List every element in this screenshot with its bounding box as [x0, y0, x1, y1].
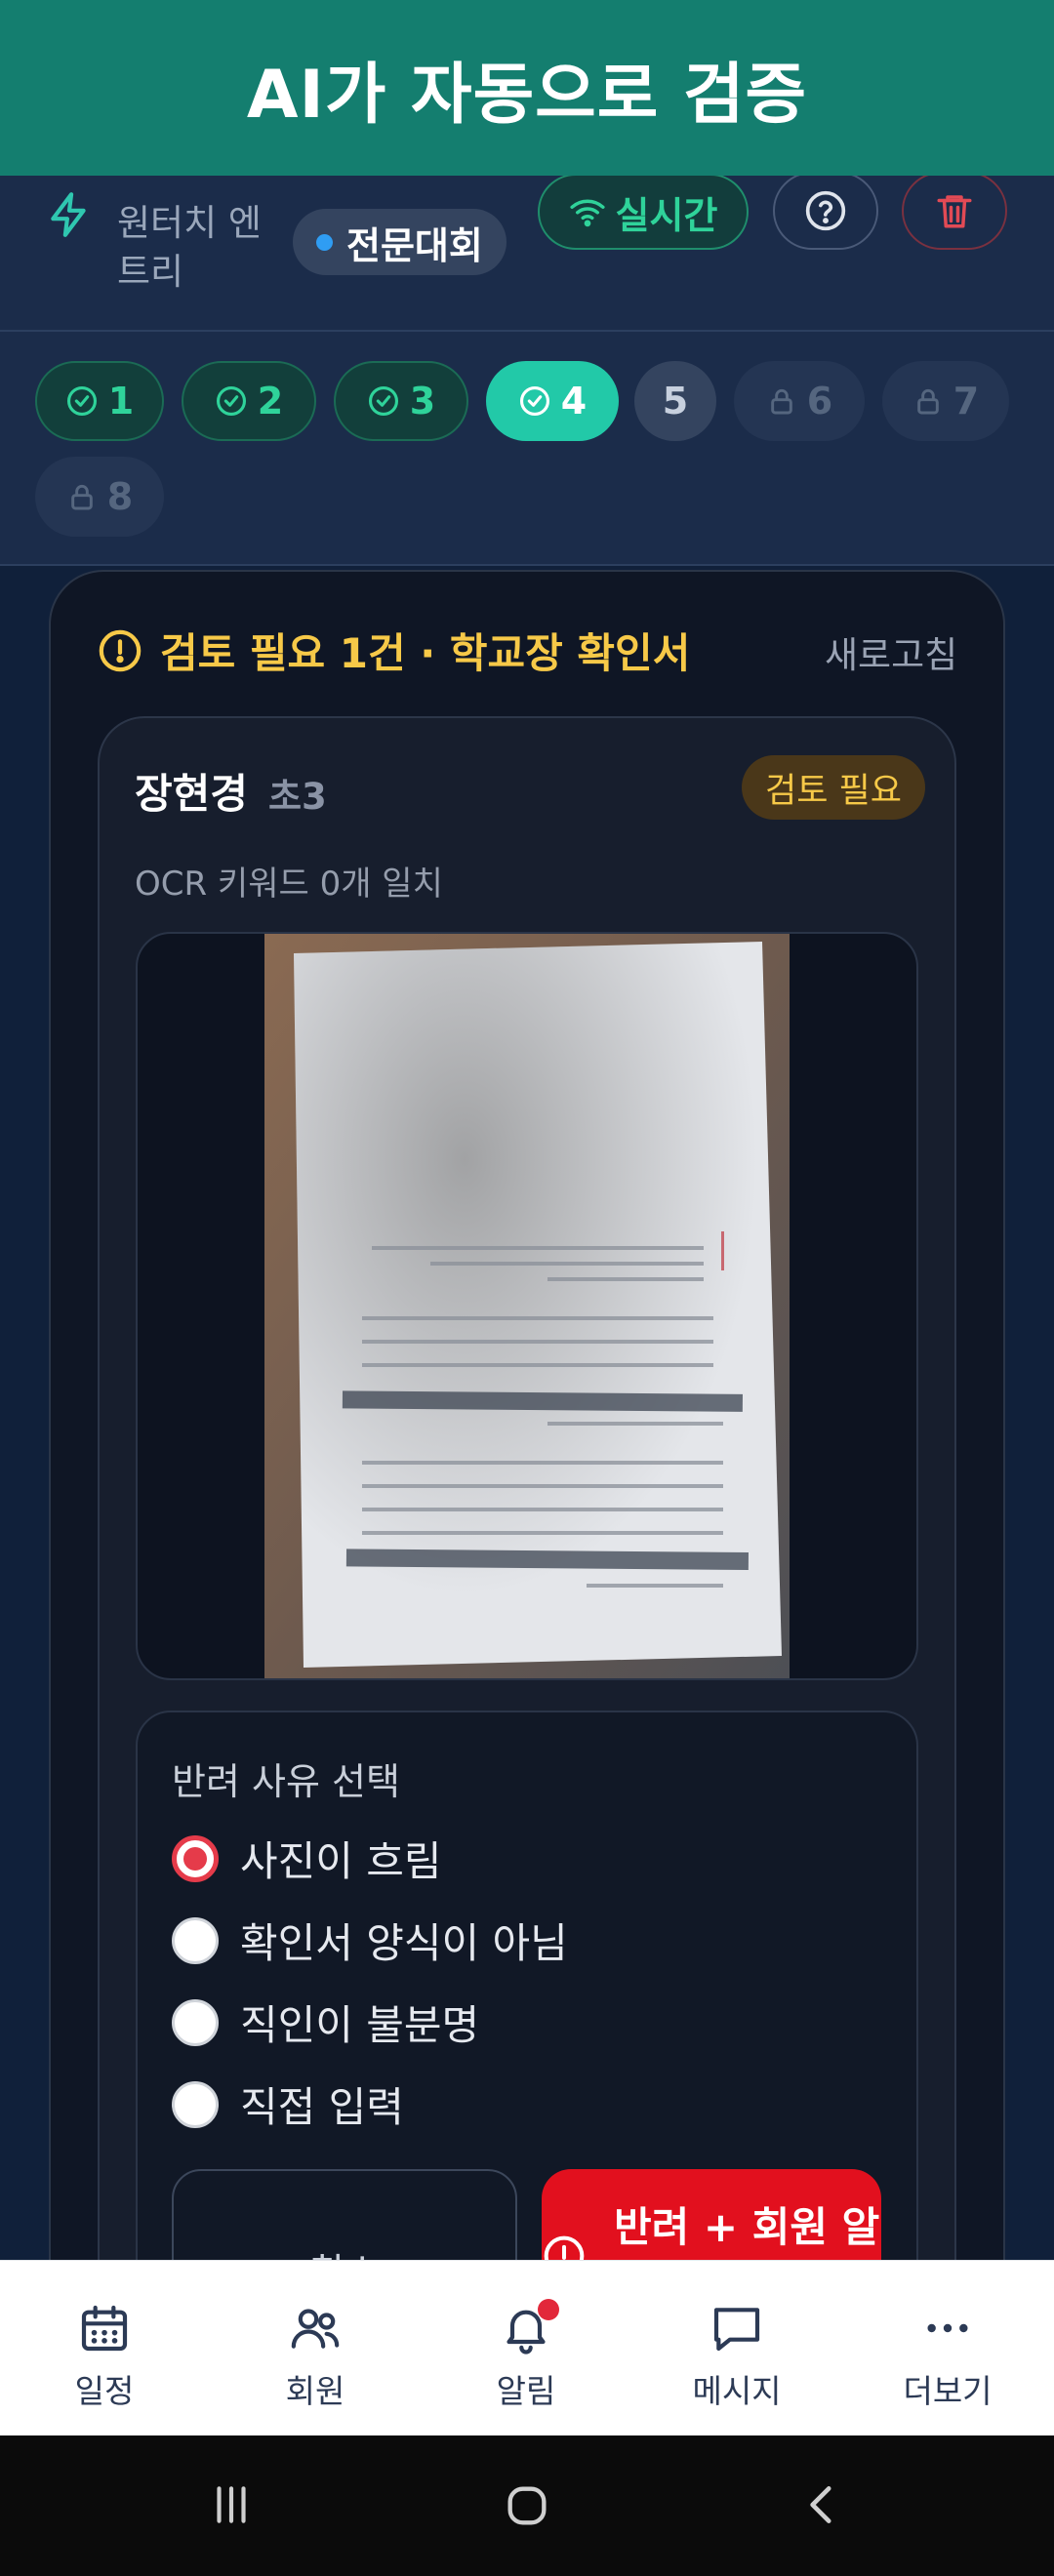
category-label: 전문대회 — [346, 223, 483, 267]
step-label: 5 — [662, 380, 689, 423]
step-label: 3 — [409, 380, 436, 423]
review-heading: 검토 필요 1건 · 학교장 확인서 — [98, 621, 690, 680]
radio[interactable] — [172, 1916, 219, 1964]
live-label: 실시간 — [615, 193, 718, 237]
back-icon[interactable] — [798, 2480, 847, 2529]
step-label: 7 — [953, 380, 980, 423]
event-subtitle-line2: 트리 — [117, 251, 184, 293]
step-label: 8 — [106, 475, 134, 518]
document-photo[interactable] — [136, 932, 918, 1680]
more-icon — [927, 2323, 968, 2333]
radio-selected[interactable] — [172, 1834, 219, 1882]
member-grade: 초3 — [268, 776, 327, 818]
step-2[interactable]: 2 — [182, 361, 316, 441]
notification-dot — [538, 2299, 559, 2320]
nav-label: 더보기 — [903, 2372, 993, 2410]
check-circle-icon — [66, 385, 97, 417]
category-dot — [316, 233, 333, 251]
nav-messages[interactable]: 메시지 — [669, 2301, 805, 2412]
step-label: 2 — [257, 380, 284, 423]
nav-notifications[interactable]: 알림 — [458, 2299, 594, 2412]
member-name: 장현경 — [135, 770, 248, 818]
step-label: 4 — [560, 380, 588, 423]
nav-members[interactable]: 회원 — [247, 2301, 384, 2412]
lock-icon — [70, 484, 93, 510]
step-8: 8 — [35, 457, 164, 537]
category-chip: 전문대회 — [293, 209, 507, 275]
nav-schedule[interactable]: 일정 — [36, 2301, 173, 2412]
trash-icon — [937, 195, 972, 228]
alert-circle-icon — [99, 629, 142, 671]
live-button[interactable]: 실시간 — [538, 174, 749, 250]
lock-icon — [916, 388, 939, 415]
check-circle-icon — [368, 385, 398, 417]
nav-label: 메시지 — [692, 2372, 782, 2410]
ocr-match-text: OCR 키워드 0개 일치 — [135, 865, 443, 904]
refresh-button[interactable]: 새로고침 — [825, 625, 957, 678]
nav-label: 일정 — [74, 2372, 135, 2410]
step-7: 7 — [882, 361, 1009, 441]
step-3[interactable]: 3 — [334, 361, 468, 441]
step-1[interactable]: 1 — [35, 361, 164, 441]
option-label: 직접 입력 — [240, 2083, 404, 2131]
system-navigation-bar — [0, 2435, 1054, 2576]
help-button[interactable] — [773, 172, 878, 250]
check-circle-icon — [216, 385, 246, 417]
option-label: 직인이 불분명 — [240, 2001, 480, 2049]
calendar-icon — [81, 2305, 128, 2352]
reason-option-custom[interactable]: 직접 입력 — [172, 2074, 404, 2134]
check-circle-icon — [519, 385, 549, 417]
bolt-icon — [51, 192, 86, 237]
bell-wrapper — [499, 2299, 559, 2355]
step-5[interactable]: 5 — [634, 361, 716, 441]
reject-form-title: 반려 사유 선택 — [172, 1760, 400, 1803]
nav-more[interactable]: 더보기 — [879, 2301, 1016, 2412]
reason-option-wrong-form[interactable]: 확인서 양식이 아님 — [172, 1911, 568, 1970]
delete-button[interactable] — [902, 172, 1007, 250]
radio[interactable] — [172, 2080, 219, 2128]
top-banner: AI가 자동으로 검증 — [0, 0, 1054, 176]
document-image — [264, 934, 790, 1678]
event-subtitle-line1: 원터치 엔 — [117, 202, 262, 244]
nav-label: 회원 — [285, 2372, 345, 2410]
step-4[interactable]: 4 — [486, 361, 619, 441]
option-label: 확인서 양식이 아님 — [240, 1919, 568, 1967]
wifi-icon — [569, 199, 605, 227]
radio[interactable] — [172, 1998, 219, 2046]
option-label: 사진이 흐림 — [240, 1837, 442, 1885]
banner-title: AI가 자동으로 검증 — [246, 56, 808, 134]
home-icon[interactable] — [502, 2480, 552, 2531]
review-title: 검토 필요 1건 · 학교장 확인서 — [160, 629, 691, 677]
message-icon — [713, 2308, 760, 2352]
help-icon — [805, 190, 846, 231]
step-label: 6 — [806, 380, 833, 423]
step-6: 6 — [734, 361, 865, 441]
reason-option-unclear-seal[interactable]: 직인이 불분명 — [172, 1992, 479, 2052]
lock-icon — [770, 388, 792, 415]
reason-option-blurry[interactable]: 사진이 흐림 — [172, 1829, 442, 1888]
status-badge: 검토 필요 — [742, 755, 925, 820]
users-icon — [291, 2309, 340, 2349]
recent-apps-icon[interactable] — [207, 2480, 256, 2529]
nav-label: 알림 — [496, 2372, 556, 2410]
step-label: 1 — [107, 380, 135, 423]
